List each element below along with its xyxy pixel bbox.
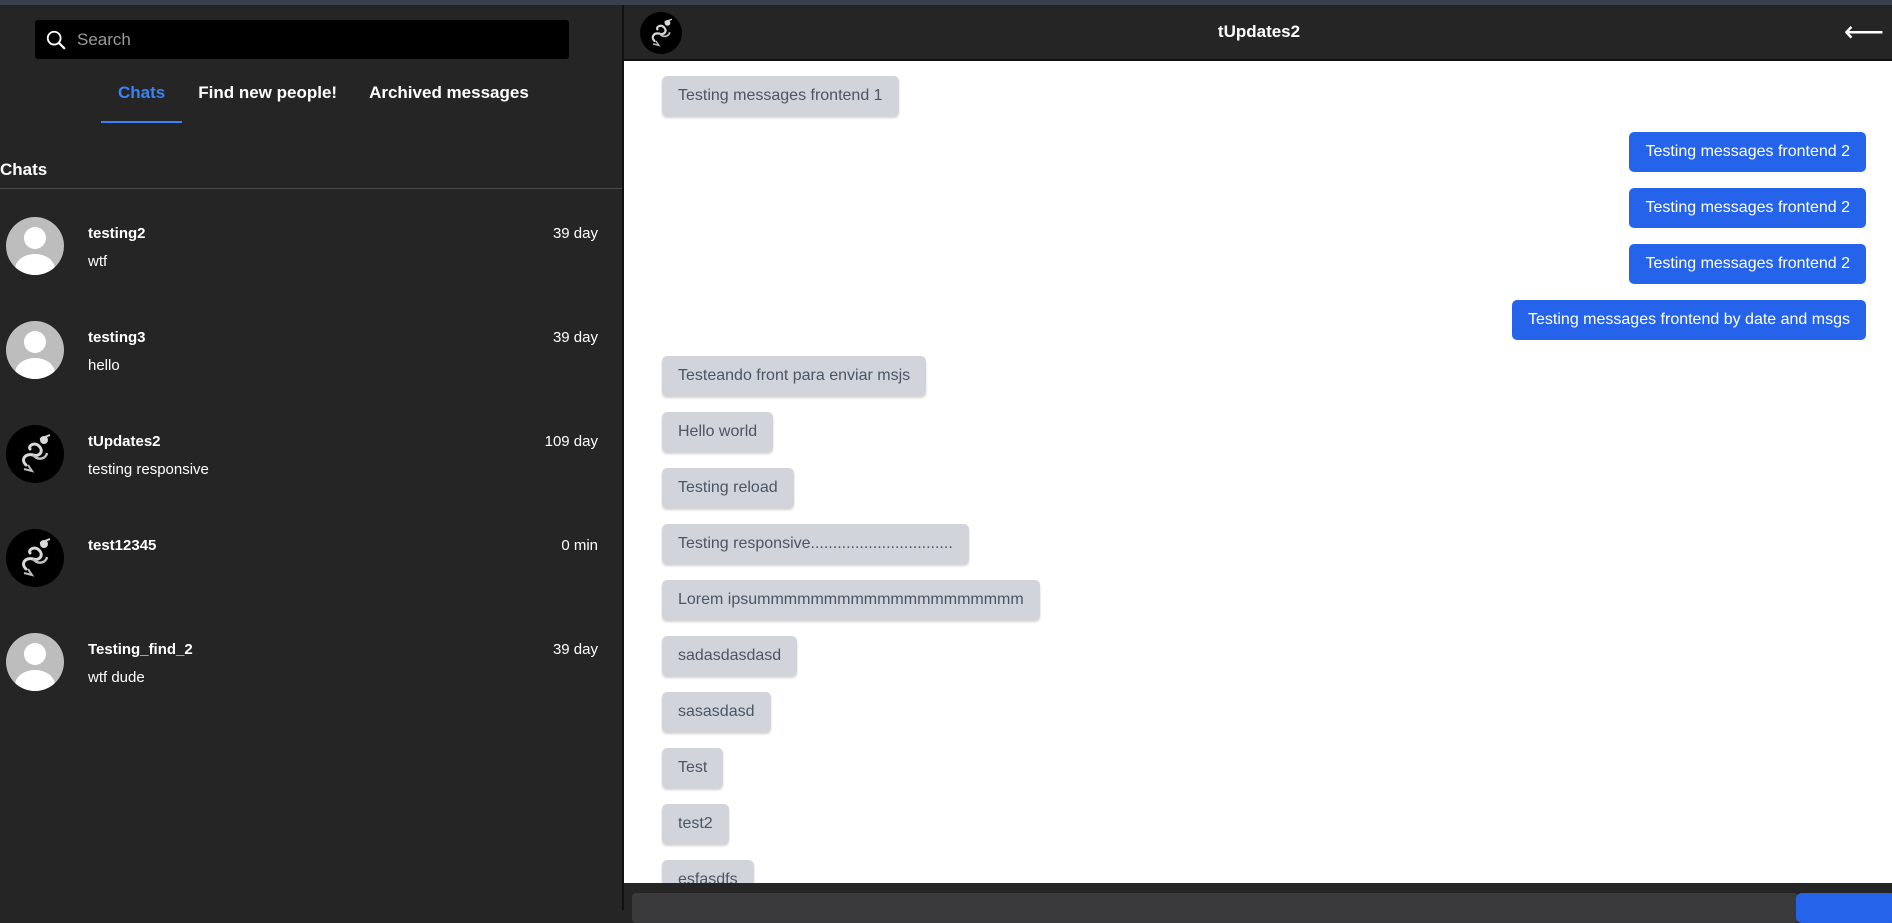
chat-name: test12345: [88, 537, 157, 554]
message-sent: Testing messages frontend 2: [1629, 244, 1866, 284]
chat-preview: testing responsive: [88, 461, 209, 478]
message-received: Hello world: [662, 412, 774, 452]
chat-sidebar: Chats Find new people! Archived messages…: [0, 5, 622, 910]
chat-name: testing3: [88, 329, 146, 346]
chat-time: 109 day: [544, 433, 598, 450]
chat-preview: hello: [88, 357, 120, 374]
chat-name: Testing_find_2: [88, 641, 193, 658]
chat-list-item[interactable]: testing2 39 day wtf: [0, 200, 622, 304]
chat-preview: wtf: [88, 253, 108, 270]
send-button[interactable]: [1796, 893, 1892, 923]
chat-time: 39 day: [552, 329, 598, 346]
tab-chats[interactable]: Chats: [101, 63, 183, 123]
avatar: [6, 321, 64, 379]
message-received: Testeando front para enviar msjs: [662, 356, 927, 396]
chat-list-item[interactable]: Testing_find_2 39 day wtf dude: [0, 616, 622, 720]
conversation-panel: tUpdates2 ⟵ Testing messages frontend 1T…: [622, 5, 1892, 923]
message-received: Test: [662, 748, 724, 788]
message-input[interactable]: [632, 893, 1798, 923]
tab-find-new-people[interactable]: Find new people!: [198, 63, 337, 123]
message-received: Testing messages frontend 1: [662, 76, 899, 116]
search-input[interactable]: [77, 29, 557, 50]
message-received: Testing reload: [662, 468, 794, 508]
message-received: sadasdasdasd: [662, 636, 798, 676]
message-list: Testing messages frontend 1 Testing messa…: [624, 63, 1892, 883]
message-received: Lorem ipsummmmmmmmmmmmmmmmmmmm: [662, 580, 1040, 620]
conversation-title: tUpdates2: [1217, 22, 1301, 41]
chat-name: testing2: [88, 225, 146, 242]
message-received: esfasdfs: [662, 860, 754, 883]
chat-name: tUpdates2: [88, 433, 161, 450]
avatar: [6, 217, 64, 275]
chat-time: 39 day: [552, 225, 598, 242]
message-sent: Testing messages frontend by date and ms…: [1512, 300, 1866, 340]
chat-list-item[interactable]: tUpdates2 109 day testing responsive: [0, 408, 622, 512]
chat-preview: wtf dude: [88, 669, 145, 686]
chat-list-item[interactable]: test12345 0 min: [0, 512, 622, 616]
chat-list: testing2 39 day wtf testing3 39 day hello tUpd…: [0, 200, 622, 720]
message-received: test2: [662, 804, 729, 844]
arrow-left-icon[interactable]: ⟵: [1844, 15, 1884, 48]
divider: [0, 188, 622, 189]
chat-time: 0 min: [561, 537, 598, 554]
dragon-avatar: [6, 425, 64, 483]
message-sent: Testing messages frontend 2: [1629, 132, 1866, 172]
conversation-header: tUpdates2 ⟵: [624, 5, 1892, 61]
message-composer: [624, 883, 1892, 923]
search-bar[interactable]: [35, 20, 569, 59]
search-icon: [46, 30, 66, 49]
chats-section-title: Chats: [0, 160, 48, 179]
message-received: Testing responsive......................…: [662, 524, 969, 564]
message-received: sasasdasd: [662, 692, 771, 732]
avatar: [6, 633, 64, 691]
message-sent: Testing messages frontend 2: [1629, 188, 1866, 228]
tab-archived-messages[interactable]: Archived messages: [369, 63, 529, 123]
sidebar-tabs: Chats Find new people! Archived messages: [101, 63, 561, 123]
dragon-avatar: [6, 529, 64, 587]
chat-list-item[interactable]: testing3 39 day hello: [0, 304, 622, 408]
chat-time: 39 day: [552, 641, 598, 658]
